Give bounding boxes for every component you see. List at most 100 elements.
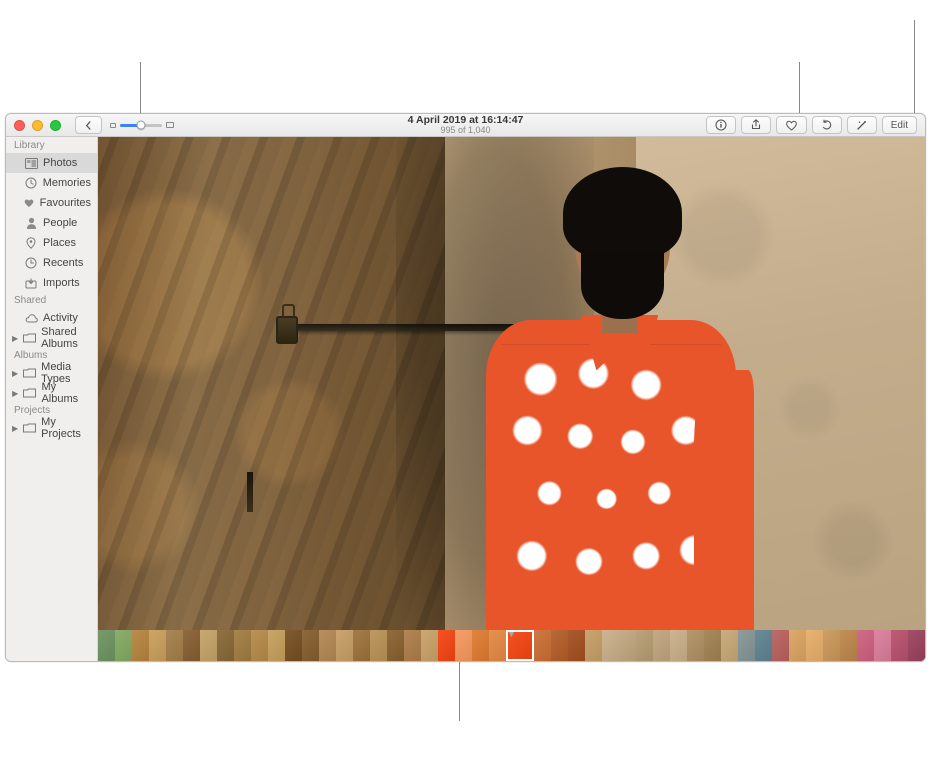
filmstrip-thumb[interactable]	[251, 630, 268, 661]
filmstrip-thumb[interactable]	[721, 630, 738, 661]
filmstrip-thumb[interactable]	[874, 630, 891, 661]
close-window-button[interactable]	[14, 120, 25, 131]
filmstrip-thumb[interactable]	[602, 630, 619, 661]
filmstrip-thumb[interactable]	[840, 630, 857, 661]
person-icon	[24, 216, 38, 230]
sidebar-item-people[interactable]: People	[6, 213, 97, 233]
titlebar: 4 April 2019 at 16:14:47 995 of 1,040 Ed…	[6, 114, 925, 137]
sidebar-item-my-albums[interactable]: ▶ My Albums	[6, 383, 97, 403]
minimize-window-button[interactable]	[32, 120, 43, 131]
filmstrip-thumb[interactable]	[115, 630, 132, 661]
filmstrip-thumb[interactable]	[619, 630, 636, 661]
filmstrip-thumb[interactable]	[200, 630, 217, 661]
filmstrip-thumb[interactable]	[755, 630, 772, 661]
filmstrip-thumb[interactable]	[353, 630, 370, 661]
sidebar-item-label: Recents	[43, 257, 83, 269]
filmstrip-thumb[interactable]	[183, 630, 200, 661]
filmstrip-thumb[interactable]	[489, 630, 506, 661]
filmstrip-thumb[interactable]	[738, 630, 755, 661]
filmstrip-thumb[interactable]	[908, 630, 925, 661]
title-area: 4 April 2019 at 16:14:47 995 of 1,040	[408, 115, 524, 135]
filmstrip-thumb[interactable]	[568, 630, 585, 661]
filmstrip-thumb[interactable]	[132, 630, 149, 661]
filmstrip-thumb[interactable]	[149, 630, 166, 661]
filmstrip-thumb[interactable]	[268, 630, 285, 661]
cloud-icon	[24, 311, 38, 325]
disclosure-triangle-icon[interactable]: ▶	[12, 424, 18, 433]
disclosure-triangle-icon[interactable]: ▶	[12, 369, 18, 378]
filmstrip-thumb[interactable]	[823, 630, 840, 661]
sidebar-item-recents[interactable]: Recents	[6, 253, 97, 273]
filmstrip-thumb[interactable]	[234, 630, 251, 661]
filmstrip-thumb[interactable]	[302, 630, 319, 661]
filmstrip-thumb[interactable]	[438, 630, 455, 661]
filmstrip-thumb[interactable]	[370, 630, 387, 661]
info-button[interactable]	[706, 116, 736, 134]
sidebar-item-shared-albums[interactable]: ▶ Shared Albums	[6, 328, 97, 348]
callout-line	[459, 661, 460, 721]
disclosure-triangle-icon[interactable]: ▶	[12, 334, 18, 343]
filmstrip-thumb[interactable]	[98, 630, 115, 661]
sidebar-item-activity[interactable]: Activity	[6, 308, 97, 328]
fullscreen-window-button[interactable]	[50, 120, 61, 131]
folder-icon	[23, 386, 36, 400]
filmstrip-thumb[interactable]	[704, 630, 721, 661]
sidebar-item-label: People	[43, 217, 77, 229]
sidebar-section-library: Library	[6, 138, 97, 153]
sidebar-item-label: Favourites	[40, 197, 91, 209]
sidebar-item-label: Imports	[43, 277, 80, 289]
zoom-out-icon	[110, 123, 116, 128]
filmstrip-thumb[interactable]	[404, 630, 421, 661]
callout-line	[799, 62, 800, 114]
disclosure-triangle-icon[interactable]: ▶	[12, 389, 18, 398]
filmstrip-thumb[interactable]	[319, 630, 336, 661]
memories-icon	[24, 176, 38, 190]
sidebar-item-places[interactable]: Places	[6, 233, 97, 253]
zoom-in-icon	[166, 122, 174, 128]
sidebar-item-media-types[interactable]: ▶ Media Types	[6, 363, 97, 383]
photos-icon	[24, 156, 38, 170]
filmstrip-thumb[interactable]	[534, 630, 551, 661]
favourite-button[interactable]	[776, 116, 807, 134]
filmstrip-thumb[interactable]	[670, 630, 687, 661]
filmstrip-thumb[interactable]	[472, 630, 489, 661]
filmstrip-thumb[interactable]	[336, 630, 353, 661]
sidebar-item-label: Activity	[43, 312, 78, 324]
filmstrip-thumb[interactable]	[421, 630, 438, 661]
photo-counter: 995 of 1,040	[408, 126, 524, 135]
filmstrip-thumb[interactable]	[285, 630, 302, 661]
filmstrip-thumb[interactable]	[217, 630, 234, 661]
filmstrip-thumb[interactable]	[455, 630, 472, 661]
filmstrip-thumb[interactable]	[772, 630, 789, 661]
thumbnail-filmstrip[interactable]: ▼	[98, 630, 925, 661]
edit-button[interactable]: Edit	[882, 116, 917, 134]
filmstrip-thumb[interactable]	[891, 630, 908, 661]
zoom-slider[interactable]	[110, 122, 174, 128]
filmstrip-thumb[interactable]	[857, 630, 874, 661]
sidebar-item-imports[interactable]: Imports	[6, 273, 97, 293]
sidebar-item-memories[interactable]: Memories	[6, 173, 97, 193]
rotate-button[interactable]	[812, 116, 842, 134]
filmstrip-thumb[interactable]	[687, 630, 704, 661]
photo-viewer[interactable]	[98, 137, 925, 630]
share-button[interactable]	[741, 116, 771, 134]
filmstrip-thumb[interactable]	[789, 630, 806, 661]
sidebar-item-favourites[interactable]: Favourites	[6, 193, 97, 213]
photos-app-window: 4 April 2019 at 16:14:47 995 of 1,040 Ed…	[5, 113, 926, 662]
imports-icon	[24, 276, 38, 290]
edit-label: Edit	[891, 120, 908, 131]
sidebar-item-photos[interactable]: Photos	[6, 153, 97, 173]
back-button[interactable]	[75, 116, 102, 134]
auto-enhance-button[interactable]	[847, 116, 877, 134]
main-content: ▼	[98, 137, 925, 661]
filmstrip-thumb[interactable]	[551, 630, 568, 661]
sidebar: Library Photos Memories Favourites Peopl…	[6, 137, 98, 661]
filmstrip-thumb[interactable]	[387, 630, 404, 661]
filmstrip-thumb[interactable]	[166, 630, 183, 661]
filmstrip-thumb[interactable]	[585, 630, 602, 661]
sidebar-item-my-projects[interactable]: ▶ My Projects	[6, 418, 97, 438]
filmstrip-thumb[interactable]	[806, 630, 823, 661]
filmstrip-thumb[interactable]	[636, 630, 653, 661]
sidebar-item-label: Memories	[43, 177, 91, 189]
filmstrip-thumb[interactable]	[653, 630, 670, 661]
